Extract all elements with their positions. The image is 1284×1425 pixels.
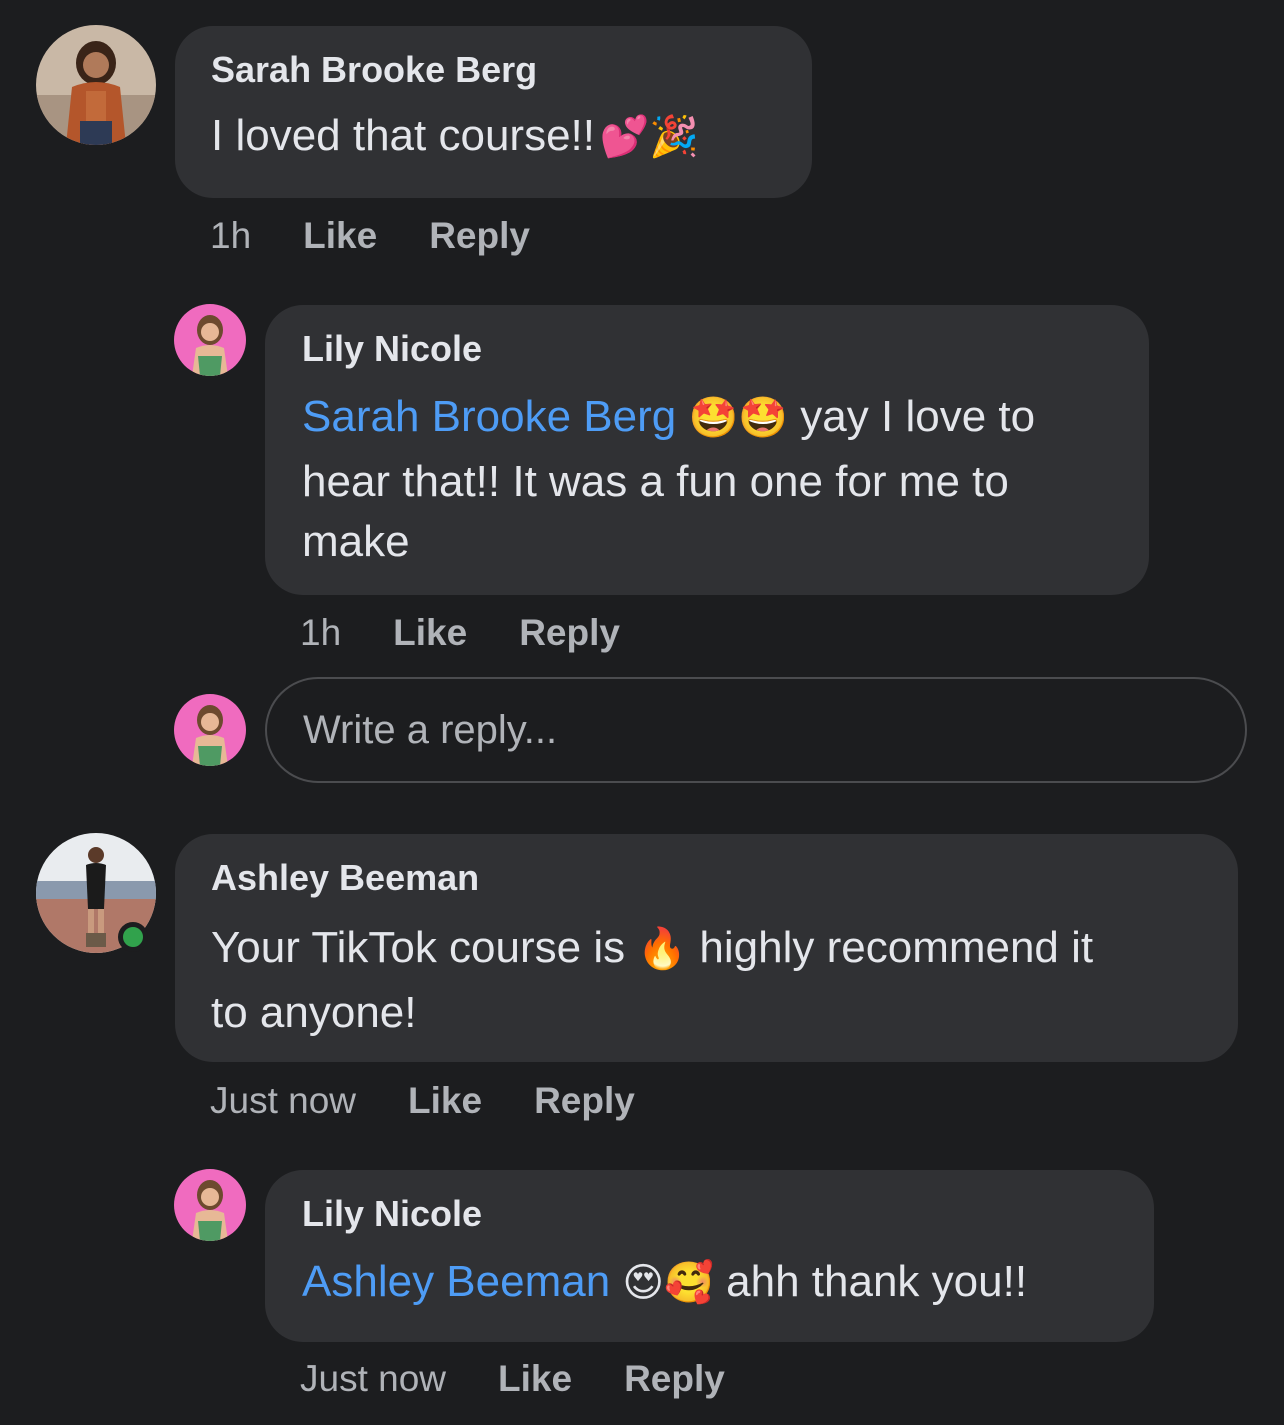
comment-author[interactable]: Ashley Beeman bbox=[211, 856, 1202, 900]
heart-eyes-emoji-icon: 😍🥰 bbox=[622, 1261, 714, 1305]
profile-photo bbox=[174, 1169, 246, 1241]
comment-text-part: Your TikTok course is bbox=[211, 923, 626, 972]
heart-party-emoji-icon: 💕🎉 bbox=[599, 115, 700, 159]
comment-actions: 1h Like Reply bbox=[210, 215, 582, 257]
reply-text-line2: hear that!! It was a fun one for me to bbox=[302, 457, 1009, 506]
like-button[interactable]: Like bbox=[393, 612, 467, 654]
avatar-lily-nicole[interactable] bbox=[174, 304, 246, 376]
online-status-indicator bbox=[118, 922, 148, 952]
comment-author[interactable]: Sarah Brooke Berg bbox=[211, 48, 776, 92]
comment-text-part: highly recommend it bbox=[699, 923, 1094, 972]
reply-text-line3: make bbox=[302, 517, 410, 566]
reply-button[interactable]: Reply bbox=[519, 612, 620, 654]
reply-text-line1: Ashley Beeman 😍🥰 ahh thank you!! bbox=[302, 1257, 1027, 1306]
star-struck-emoji-icon: 🤩🤩 bbox=[688, 396, 789, 440]
profile-photo bbox=[174, 304, 246, 376]
reply-bubble: Lily Nicole Sarah Brooke Berg 🤩🤩 yay I l… bbox=[265, 305, 1149, 595]
reply-author[interactable]: Lily Nicole bbox=[302, 327, 1112, 371]
like-button[interactable]: Like bbox=[498, 1358, 572, 1400]
reply-button[interactable]: Reply bbox=[429, 215, 530, 257]
comment-timestamp[interactable]: 1h bbox=[210, 215, 251, 257]
comment-text-line2: to anyone! bbox=[211, 988, 417, 1037]
reply-bubble: Lily Nicole Ashley Beeman 😍🥰 ahh thank y… bbox=[265, 1170, 1154, 1342]
reply-button[interactable]: Reply bbox=[534, 1080, 635, 1122]
reply-timestamp[interactable]: 1h bbox=[300, 612, 341, 654]
comment-timestamp[interactable]: Just now bbox=[210, 1080, 356, 1122]
mention-link[interactable]: Ashley Beeman bbox=[302, 1257, 610, 1306]
reply-timestamp[interactable]: Just now bbox=[300, 1358, 446, 1400]
reply-text-line1: Sarah Brooke Berg 🤩🤩 yay I love to bbox=[302, 392, 1035, 441]
profile-photo bbox=[36, 25, 156, 145]
reply-actions: Just now Like Reply bbox=[300, 1358, 777, 1400]
comment-bubble: Sarah Brooke Berg I loved that course!! … bbox=[175, 26, 812, 198]
comment-bubble: Ashley Beeman Your TikTok course is 🔥 hi… bbox=[175, 834, 1238, 1062]
like-button[interactable]: Like bbox=[408, 1080, 482, 1122]
reply-actions: 1h Like Reply bbox=[300, 612, 672, 654]
avatar-sarah-brooke-berg[interactable] bbox=[36, 25, 156, 145]
reply-text-part: yay I love to bbox=[800, 392, 1036, 441]
fire-emoji-icon: 🔥 bbox=[637, 927, 688, 971]
current-user-avatar bbox=[174, 694, 246, 766]
comment-text: I loved that course!! bbox=[211, 111, 595, 160]
like-button[interactable]: Like bbox=[303, 215, 377, 257]
mention-link[interactable]: Sarah Brooke Berg bbox=[302, 392, 676, 441]
reply-button[interactable]: Reply bbox=[624, 1358, 725, 1400]
comment-text-line1: Your TikTok course is 🔥 highly recommend… bbox=[211, 923, 1093, 972]
write-reply-input[interactable] bbox=[265, 677, 1247, 783]
reply-author[interactable]: Lily Nicole bbox=[302, 1192, 1117, 1236]
avatar-lily-nicole[interactable] bbox=[174, 1169, 246, 1241]
reply-text-part: ahh thank you!! bbox=[726, 1257, 1028, 1306]
comment-actions: Just now Like Reply bbox=[210, 1080, 687, 1122]
profile-photo bbox=[174, 694, 246, 766]
